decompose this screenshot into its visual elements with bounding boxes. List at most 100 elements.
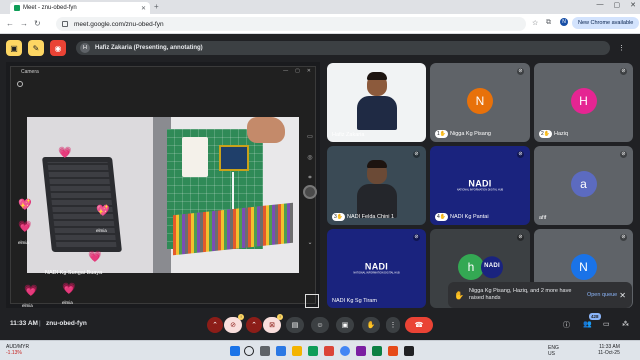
app-icon[interactable] [308,346,318,356]
present-screen-icon: ▣ [341,322,349,329]
notification-close-icon[interactable]: ✕ [619,291,626,300]
tab-close-icon[interactable]: ✕ [141,5,146,12]
meeting-code: znu-obed-fyn [46,320,87,327]
mic-off-icon: ⊘ [620,68,627,75]
camera-scan-icon: ⌗ [308,175,312,181]
app-icon[interactable] [388,346,398,356]
ticker-widget[interactable]: AUD/MYR -1.13% [6,344,29,356]
video-options-button[interactable]: ⌃ [246,317,262,333]
chrome-update-button[interactable]: New Chrome available [572,17,640,29]
leave-call-button[interactable]: ☎ [405,317,433,333]
people-icon[interactable]: 👥 [583,320,592,328]
ticker-change: -1.13% [6,350,22,356]
more-vert-icon: ⋮ [389,322,397,329]
separator: | [39,320,41,327]
app-icon[interactable] [276,346,286,356]
tab-title: Meet - znu-obed-fyn [23,5,77,11]
reaction-label: elmia [62,300,73,305]
audio-options-button[interactable]: ⌃ [207,317,223,333]
app-icon[interactable] [324,346,334,356]
activities-icon[interactable]: ⁂ [622,320,629,328]
site-info-icon[interactable] [62,21,68,27]
participant-avatar: a [570,170,597,197]
camera-app-icon[interactable] [404,346,414,356]
participant-video [356,72,397,132]
maximize-icon[interactable]: ▢ [614,1,621,9]
region-code: US [548,351,555,357]
start-icon[interactable] [230,346,240,356]
more-options-icon[interactable]: ⋮ [618,44,625,52]
profile-avatar[interactable]: N [560,18,568,26]
more-options-button[interactable]: ⋮ [386,317,400,333]
raise-hand-button[interactable]: ✋ [362,317,380,333]
mic-off-icon: ⊘ [620,151,627,158]
reload-icon[interactable]: ↻ [34,19,41,28]
task-view-icon[interactable] [260,346,270,356]
browser-tabbar: Meet - znu-obed-fyn ✕ + — ▢ ✕ [0,0,640,14]
phone-hangup-icon: ☎ [414,322,424,329]
participant-name: afif [539,215,547,221]
raised-hand-badge: 2 ✋ [539,130,553,138]
camera-video-icon: ▭ [307,134,313,140]
reaction-heart-icon: 💗 [88,251,102,263]
captions-button[interactable]: ▤ [286,317,304,333]
bookmark-star-icon[interactable]: ☆ [532,19,538,27]
new-tab-icon[interactable]: + [154,2,159,11]
camera-minimize-icon: — [283,68,289,74]
mic-off-icon: ⊘ [413,151,420,158]
mic-off-icon: ⊘ [517,68,524,75]
system-clock[interactable]: 11:33 AM 11-Oct-25 [598,344,620,356]
participant-tile-haziq[interactable]: ⊘ H 2 ✋ Haziq [534,63,633,142]
raised-hand-badge: 1 ✋ [435,130,449,138]
mic-off-icon: ⊘ [413,234,420,241]
record-icon[interactable]: ◉ [50,40,66,56]
app-icon[interactable] [356,346,366,356]
open-queue-button[interactable]: Open queue [587,292,617,298]
participant-name: Hafiz Zakaria [332,132,365,138]
camera-close-icon: ✕ [306,68,311,74]
mic-toggle-button[interactable]: ⊘ ! [224,314,244,333]
emoji-icon: ☺ [316,321,324,329]
participant-video [356,160,397,220]
camera-toggle-button[interactable]: ⊠ ! [263,314,283,333]
meeting-info-icon[interactable]: ⓘ [563,320,570,330]
chrome-icon[interactable] [340,346,350,356]
system-date: 11-Oct-25 [598,350,620,356]
participant-name: NADI Kg Sg Tiram [332,298,377,304]
reaction-caption: NADI Kg Sungai Buaya [45,270,103,276]
browser-tab-meet[interactable]: Meet - znu-obed-fyn ✕ [10,2,150,14]
chat-icon[interactable]: ▭ [603,320,610,328]
participant-tile-nadi-felda-chini[interactable]: ⊘ 3 ✋ NADI Felda Chini 1 [327,146,426,225]
participant-tile-nadi-kg-pantai[interactable]: ⊘ NADI NATIONAL INFORMATION DIGITAL HUB 4… [430,146,530,225]
window-close-icon[interactable]: ✕ [630,1,636,9]
camera-photo-icon: ◎ [307,155,313,161]
nadi-logo: NADI NATIONAL INFORMATION DIGITAL HUB [353,260,400,274]
present-button[interactable]: ▣ [336,317,354,333]
back-icon[interactable]: ← [6,19,14,28]
mic-off-icon: ⊘ [517,234,524,241]
nadi-logo: NADI NATIONAL INFORMATION DIGITAL HUB [456,177,504,191]
microcontroller-image [219,145,249,171]
meet-controls-bar: 11:33 AM | znu-obed-fyn ⌃ ⊘ ! ⌃ ⊠ ! ▤ ☺ … [0,310,640,340]
forward-icon[interactable]: → [20,19,28,28]
participant-tile-hafiz[interactable]: Hafiz Zakaria [327,63,426,142]
warning-badge: ! [238,314,244,320]
annotate-icon[interactable]: ✎ [28,40,44,56]
presenter-avatar: H [80,43,90,53]
presenting-banner[interactable]: H Hafiz Zakaria (Presenting, annotating) [76,41,610,55]
participant-tile-afif[interactable]: ⊘ a afif [534,146,633,225]
participant-tile-nigga-kg-pisang[interactable]: ⊘ N 1 ✋ Nigga Kg Pisang [430,63,530,142]
participant-tile-nadi-kg-sg-tiram[interactable]: ⊘ NADI NATIONAL INFORMATION DIGITAL HUB N… [327,229,426,308]
present-icon[interactable]: ▣ [6,40,22,56]
reactions-button[interactable]: ☺ [311,317,329,333]
search-icon[interactable] [244,346,254,356]
minimize-icon[interactable]: — [597,1,604,9]
extensions-icon[interactable]: ⧉ [546,19,551,27]
language-indicator[interactable]: ENG US [548,345,559,357]
hand-icon: ✋ [366,322,376,329]
app-icon[interactable] [372,346,382,356]
breadboard-image [182,137,208,177]
captions-icon: ▤ [291,322,299,329]
address-bar[interactable]: meet.google.com/znu-obed-fyn [56,17,526,31]
file-explorer-icon[interactable] [292,346,302,356]
